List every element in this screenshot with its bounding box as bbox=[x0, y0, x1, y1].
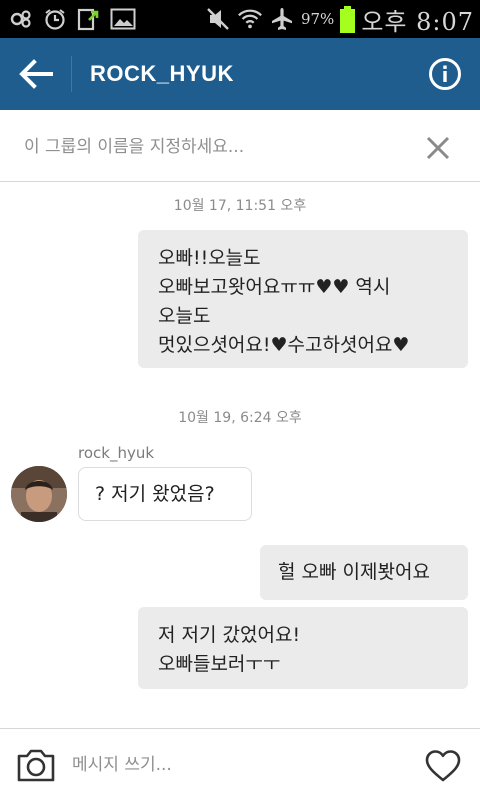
mute-icon bbox=[205, 6, 231, 32]
camera-button[interactable] bbox=[16, 747, 56, 783]
avatar[interactable] bbox=[11, 466, 67, 522]
infinity-link-icon bbox=[8, 6, 34, 32]
group-name-row bbox=[0, 110, 480, 182]
message-composer bbox=[0, 728, 480, 800]
outgoing-message-bubble[interactable]: 저 저기 갔었어요! 오빠들보러ㅜㅜ bbox=[138, 607, 468, 689]
alarm-icon bbox=[42, 6, 68, 32]
heart-icon bbox=[425, 750, 461, 782]
clear-group-name-button[interactable] bbox=[424, 134, 452, 162]
status-bar-right: 97% 오후 8:07 bbox=[205, 4, 474, 36]
status-bar-left bbox=[8, 6, 136, 32]
status-time: 오후 8:07 bbox=[361, 7, 474, 36]
header-divider bbox=[71, 56, 72, 92]
airplane-icon bbox=[269, 6, 295, 32]
close-icon bbox=[426, 136, 450, 160]
message-list[interactable]: 10월 17, 11:51 오후 오빠!!오늘도 오빠보고왓어요ㅠㅠ♥♥ 역시 … bbox=[0, 183, 480, 728]
conversation-title[interactable]: ROCK_HYUK bbox=[90, 61, 234, 87]
download-icon bbox=[76, 6, 102, 32]
group-name-input[interactable] bbox=[24, 134, 404, 160]
message-input[interactable] bbox=[72, 751, 402, 779]
info-icon bbox=[429, 58, 461, 90]
like-button[interactable] bbox=[425, 749, 461, 783]
arrow-left-icon bbox=[19, 59, 53, 89]
status-bar: 97% 오후 8:07 bbox=[0, 0, 480, 38]
image-icon bbox=[110, 6, 136, 32]
battery-percent: 97% bbox=[300, 10, 335, 28]
incoming-message-bubble[interactable]: ? 저기 왔었음? bbox=[78, 467, 252, 521]
camera-icon bbox=[17, 749, 55, 782]
message-timestamp: 10월 19, 6:24 오후 bbox=[178, 410, 302, 426]
info-button[interactable] bbox=[427, 56, 463, 92]
message-timestamp: 10월 17, 11:51 오후 bbox=[173, 198, 307, 214]
outgoing-message-bubble[interactable]: 오빠!!오늘도 오빠보고왓어요ㅠㅠ♥♥ 역시 오늘도 멋있으셧어요!♥수고하셧어… bbox=[138, 230, 468, 368]
sender-name: rock_hyuk bbox=[78, 444, 155, 462]
chat-header: ROCK_HYUK bbox=[0, 38, 480, 110]
outgoing-message-bubble[interactable]: 헐 오빠 이제봣어요 bbox=[260, 545, 468, 600]
back-button[interactable] bbox=[16, 55, 56, 93]
wifi-icon bbox=[237, 6, 263, 32]
battery-icon bbox=[340, 5, 356, 33]
